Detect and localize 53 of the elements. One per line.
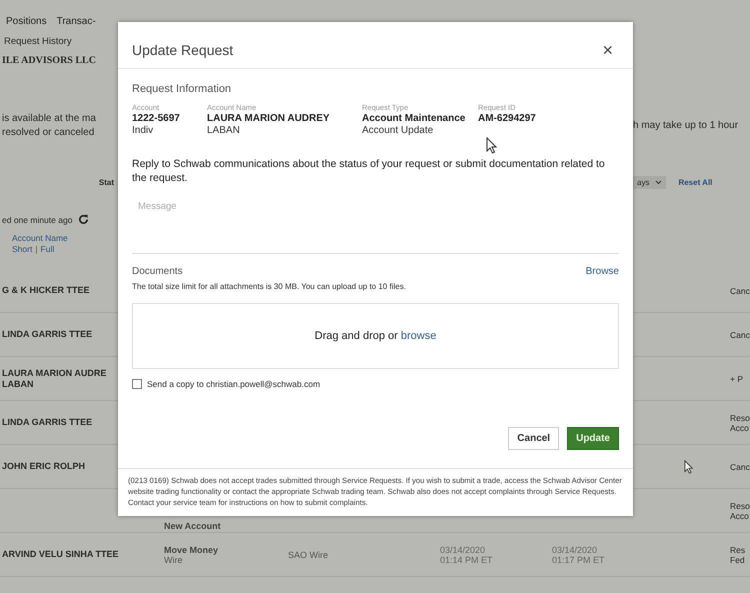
account-name-cell: LINDA GARRIS TTEE <box>2 417 92 428</box>
status-cell: Canc <box>730 286 750 296</box>
toggle-link[interactable]: Full <box>40 244 54 254</box>
size-note: The total size limit for all attachments is 30 MB. You can upload up to 10 files. <box>132 282 407 291</box>
account-name-cell-text: LAURA MARION AUDRE LABAN <box>2 368 108 390</box>
date-cell-text: 03/14/2020 01:14 PM ET <box>440 544 494 564</box>
refresh-icon[interactable] <box>78 214 90 225</box>
browse-link[interactable]: browse <box>400 330 436 342</box>
drop-text: Drag and drop or browse <box>314 330 436 342</box>
intro-text: Reply to Schwab communications about the status of your request or submit documentation related to the request. <box>132 157 606 185</box>
request-type-cell-text: New Account <box>164 521 222 531</box>
cancel-button[interactable]: Cancel <box>508 427 560 450</box>
account-name-cell: ARVIND VELU SINHA TTEE <box>2 549 119 560</box>
dialog-title: Update Request <box>132 42 234 58</box>
drop-zone[interactable]: Drag and drop or browse <box>132 303 619 369</box>
status-cell: Reso Acco <box>730 500 750 520</box>
notice-text: is available at the ma resolved or canceled <box>1 112 96 140</box>
documents-label: Documents <box>132 266 183 277</box>
status-cell-text: Res Fed <box>730 544 746 564</box>
separator: | <box>35 244 38 254</box>
close-button[interactable]: × <box>598 40 617 60</box>
section-title: Request Information <box>132 83 232 95</box>
info-value: 1222-5697 Indiv <box>132 113 181 137</box>
channel-cell: SAO Wire <box>288 550 328 560</box>
mouse-pointer-icon <box>684 460 694 474</box>
days-dropdown[interactable]: ays <box>633 176 666 188</box>
copy-label: Send a copy to christian.powell@schwab.com <box>147 379 320 389</box>
mouse-pointer-icon <box>486 137 498 154</box>
nav-tab[interactable]: Positions <box>6 16 47 34</box>
update-button[interactable]: Update <box>567 427 619 450</box>
status-cell: Canc <box>730 462 750 472</box>
firm-name: ILE ADVISORS LLC <box>1 55 97 66</box>
reset-link[interactable]: Reset All <box>678 178 712 186</box>
date-cell-text: 03/14/2020 01:17 PM ET <box>552 544 606 564</box>
status-cell: Reso Acco <box>730 412 750 432</box>
status-cell-text: + P <box>730 374 744 384</box>
copy-checkbox[interactable] <box>132 379 142 389</box>
filter-label: Stat <box>98 178 114 186</box>
toggle-link[interactable]: Short <box>12 244 32 254</box>
info-value: LAURA MARION AUDREY LABAN <box>207 113 331 137</box>
browse-link[interactable]: Browse <box>586 266 619 277</box>
notice-text: h may take up to 1 hour <box>633 119 740 133</box>
nav-tab[interactable]: Transac- <box>56 16 96 34</box>
updated-text: ed one minute ago <box>2 214 72 224</box>
account-name-cell: JOHN ERIC ROLPH <box>2 461 86 472</box>
account-name-cell: G & K HICKER TTEE <box>2 285 90 296</box>
info-value: AM-6294297 <box>478 113 537 125</box>
column-header: Account Name <box>12 233 69 244</box>
chevron-icon <box>655 180 662 184</box>
info-value: Account Maintenance Account Update <box>362 113 466 137</box>
request-type-cell-text: Move Money Wire <box>164 544 220 564</box>
account-name-cell: LINDA GARRIS TTEE <box>2 329 92 340</box>
status-cell: Canc <box>730 330 750 340</box>
